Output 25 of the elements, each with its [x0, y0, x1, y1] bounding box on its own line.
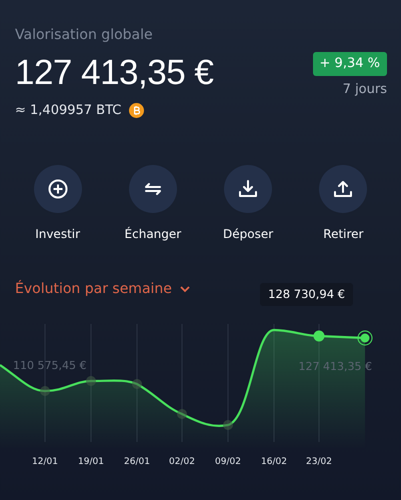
chevron-down-icon [180, 286, 190, 294]
balance-amount: 127 413,35 € [15, 54, 214, 92]
btc-equivalent: ≈ 1,409957 BTC [15, 102, 122, 120]
period-label: 7 jours [342, 80, 387, 98]
date-label: 26/01 [124, 457, 150, 468]
upload-icon [332, 178, 354, 200]
action-button[interactable]: Investir [12, 165, 104, 243]
date-label: 09/02 [215, 457, 241, 468]
change-badge: + 9,34 % [312, 52, 387, 76]
action-button[interactable]: Échanger [106, 165, 199, 243]
date-label: 02/02 [169, 457, 195, 468]
action-button[interactable]: Déposer [202, 165, 294, 243]
date-label: 19/01 [78, 457, 104, 468]
action-button[interactable]: Retirer [297, 165, 390, 243]
add-icon [46, 178, 69, 200]
value-tooltip: 128 730,94 € [260, 283, 353, 306]
section-title: Valorisation globale [15, 26, 154, 45]
last-value-label: 127 413,35 € [298, 360, 372, 374]
date-label: 16/02 [261, 457, 287, 468]
date-label: 23/02 [306, 457, 332, 468]
download-icon [237, 178, 260, 200]
date-label: 12/01 [32, 457, 58, 468]
min-value-label: 110 575,45 € [13, 359, 86, 372]
period-dropdown[interactable]: Évolution par semaine [15, 279, 190, 300]
bitcoin-icon [129, 102, 144, 118]
